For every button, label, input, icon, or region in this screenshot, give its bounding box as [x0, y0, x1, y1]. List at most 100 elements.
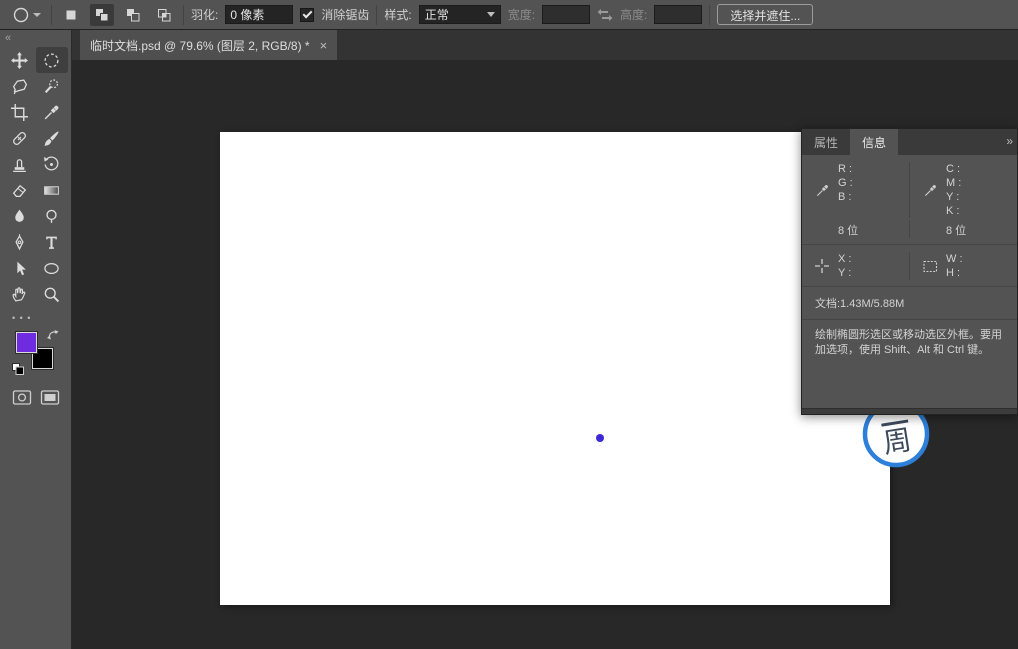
style-value: 正常	[424, 8, 449, 22]
intersect-selection-button[interactable]	[152, 4, 176, 26]
intersect-selection-icon	[158, 8, 171, 21]
tool-preset-picker[interactable]	[8, 3, 44, 27]
type-tool[interactable]	[36, 229, 68, 255]
feather-input[interactable]	[225, 5, 294, 24]
ellipse-shape-icon	[44, 262, 59, 274]
chevron-down-icon	[33, 12, 41, 17]
options-bar: 羽化: 消除锯齿 样式: 正常 宽度: 高度: 选择并遮住...	[0, 0, 1018, 30]
select-and-mask-button[interactable]: 选择并遮住...	[717, 4, 814, 25]
panel-resize-handle[interactable]	[802, 408, 1017, 414]
brush-tool[interactable]	[36, 125, 68, 151]
elliptical-marquee-tool[interactable]	[35, 47, 68, 73]
history-brush-icon	[44, 155, 59, 170]
tools-panel: « • • •	[0, 30, 72, 649]
hand-icon	[12, 286, 26, 302]
subtract-selection-button[interactable]	[121, 4, 145, 26]
quick-selection-tool[interactable]	[36, 73, 68, 99]
hand-tool[interactable]	[4, 281, 36, 307]
pen-tool[interactable]	[4, 229, 36, 255]
tab-info[interactable]: 信息	[850, 129, 899, 155]
g-label: G :	[838, 177, 853, 189]
new-selection-button[interactable]	[59, 4, 83, 26]
anti-alias-label: 消除锯齿	[321, 8, 370, 22]
width-input[interactable]	[542, 5, 591, 24]
eraser-tool[interactable]	[4, 177, 36, 203]
panel-header: 属性 信息 »	[802, 129, 1017, 155]
move-tool[interactable]	[4, 47, 36, 73]
brush-icon	[44, 131, 59, 146]
document-size-info: 文档:1.43M/5.88M	[802, 287, 1017, 320]
swap-colors-icon[interactable]	[47, 329, 60, 341]
cursor-position: X : Y :	[802, 252, 909, 280]
clone-stamp-icon	[13, 158, 26, 172]
height-input[interactable]	[654, 5, 703, 24]
zhou-character: 周	[881, 423, 914, 460]
foreground-color-swatch[interactable]	[15, 331, 38, 354]
height-label: 高度:	[620, 8, 648, 22]
tools-grid	[0, 47, 71, 307]
tool-hint-line2: 加选项，使用 Shift、Alt 和 Ctrl 键。	[815, 344, 990, 356]
toolbar-collapse[interactable]: «	[0, 30, 71, 47]
quick-selection-icon	[44, 78, 59, 93]
blur-drop-icon	[15, 209, 24, 222]
edit-toolbar-button[interactable]: • • •	[0, 307, 71, 323]
add-selection-icon	[96, 8, 109, 21]
close-icon[interactable]: ×	[320, 39, 328, 52]
separator	[376, 4, 378, 25]
color-swatches	[12, 329, 60, 377]
cmyk-bit-depth: 8 位	[909, 220, 1017, 238]
swap-dimensions-icon[interactable]	[597, 8, 613, 22]
k-label: K :	[946, 205, 960, 217]
clone-stamp-tool[interactable]	[4, 151, 36, 177]
x-label: X :	[838, 253, 852, 265]
path-selection-icon	[17, 261, 26, 275]
screen-mode-icon[interactable]	[40, 389, 60, 406]
blur-tool[interactable]	[4, 203, 36, 229]
eyedropper-icon	[44, 105, 59, 119]
h-label: H :	[946, 267, 961, 279]
eyedropper-icon	[924, 184, 936, 196]
w-label: W :	[946, 253, 963, 265]
pen-icon	[15, 233, 24, 250]
color-readout-section: R : G : B : C : M : Y : K : 8 位 8 位	[802, 155, 1017, 245]
document-tab[interactable]: 临时文档.psd @ 79.6% (图层 2, RGB/8) * ×	[80, 30, 338, 60]
type-icon	[46, 236, 57, 249]
y-label: Y :	[946, 191, 960, 203]
zoom-tool[interactable]	[36, 281, 68, 307]
eraser-icon	[12, 184, 27, 197]
add-selection-button[interactable]	[90, 3, 114, 26]
healing-brush-tool[interactable]	[4, 125, 36, 151]
quick-mask-icon[interactable]	[12, 389, 32, 406]
elliptical-marquee-icon	[44, 52, 59, 68]
double-chevron-right-icon[interactable]: »	[1006, 134, 1013, 148]
m-label: M :	[946, 177, 962, 189]
info-panel: 属性 信息 » R : G : B : C : M: Y: K: 8 位 …	[801, 128, 1018, 415]
document-canvas[interactable]: 周	[220, 132, 930, 605]
document-tab-bar: 临时文档.psd @ 79.6% (图层 2, RGB/8) * ×	[72, 30, 1018, 60]
r-label: R :	[838, 163, 853, 175]
position-size-section: X : Y : W : H :	[802, 245, 1017, 287]
style-dropdown[interactable]: 正常	[418, 5, 501, 24]
default-colors-icon[interactable]	[12, 363, 24, 375]
dodge-tool[interactable]	[36, 203, 68, 229]
feather-label: 羽化:	[191, 8, 219, 22]
lasso-tool[interactable]	[4, 73, 36, 99]
ellipse-shape-tool[interactable]	[36, 255, 68, 281]
anti-alias-checkbox[interactable]	[300, 7, 315, 22]
toolbar-bottom	[0, 377, 71, 406]
new-selection-icon	[66, 10, 76, 19]
subtract-selection-icon	[127, 8, 140, 21]
y-label: Y :	[838, 267, 852, 279]
chevron-down-icon	[486, 12, 495, 17]
move-icon	[11, 51, 28, 69]
history-brush-tool[interactable]	[36, 151, 68, 177]
path-selection-tool[interactable]	[4, 255, 36, 281]
eyedropper-icon	[816, 184, 828, 196]
crop-tool[interactable]	[4, 99, 36, 125]
eyedropper-tool[interactable]	[36, 99, 68, 125]
crosshair-icon	[815, 259, 829, 273]
gradient-tool[interactable]	[36, 177, 68, 203]
zoom-icon	[44, 287, 60, 302]
dodge-icon	[46, 209, 57, 223]
tab-properties[interactable]: 属性	[802, 129, 850, 155]
